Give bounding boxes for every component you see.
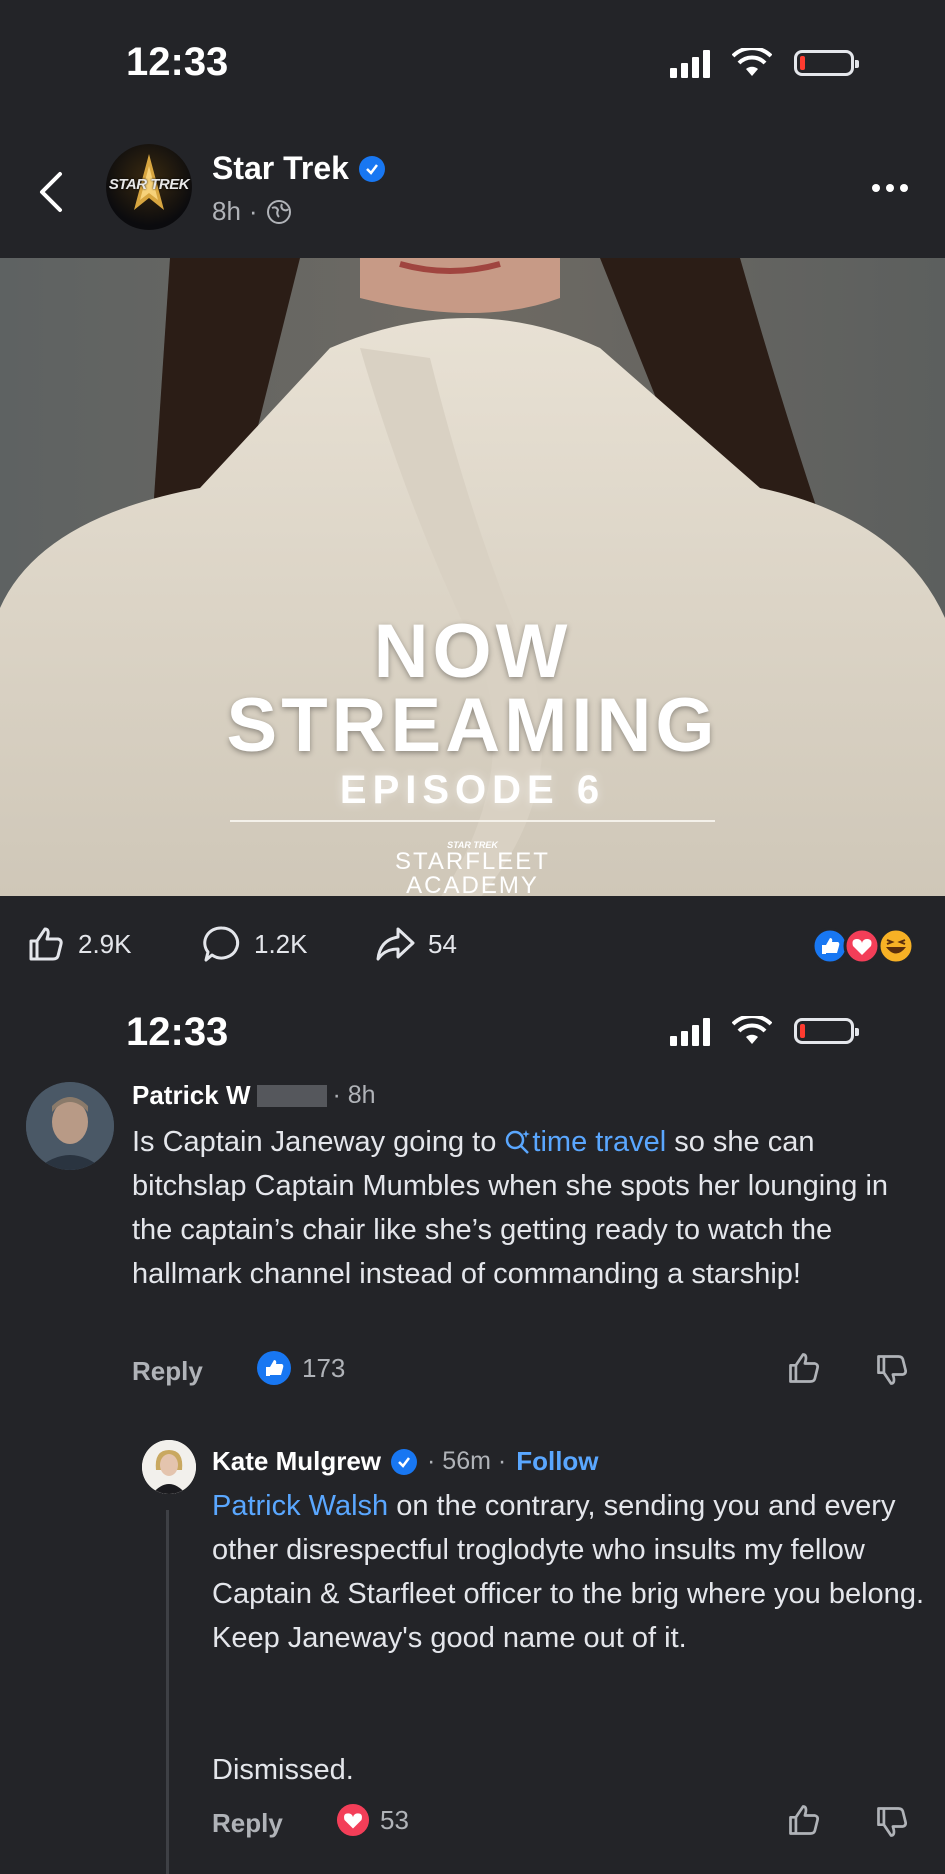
reply-reactions[interactable]: 53: [336, 1803, 409, 1837]
search-sparkle-icon: [506, 1130, 531, 1154]
thumbs-up-outline-icon: [29, 927, 63, 961]
share-count: 54: [428, 928, 457, 959]
system-icons: [670, 48, 859, 78]
search-suggestion-link[interactable]: time travel: [504, 1126, 666, 1158]
status-time-second: 12:33: [126, 1010, 229, 1054]
globe-icon: [266, 199, 291, 224]
verified-badge-icon: [358, 155, 385, 182]
page-name-label: Star Trek: [212, 150, 349, 186]
cellular-signal-icon: [670, 48, 710, 78]
comment-reactions[interactable]: 173: [256, 1350, 345, 1386]
reply-reaction-count: 53: [380, 1804, 409, 1835]
like-count: 2.9K: [78, 928, 132, 959]
episode-label: EPISODE 6: [339, 768, 606, 812]
page-avatar[interactable]: STAR TREK: [106, 144, 192, 230]
comment-header: Patrick W · 8h: [132, 1080, 376, 1111]
logo-line1: STARFLEET: [395, 848, 550, 875]
upvote-thumb-icon[interactable]: [786, 1802, 822, 1838]
battery-icon: [794, 50, 859, 76]
status-time: 12:33: [126, 40, 229, 84]
comment-time: · 8h: [332, 1081, 376, 1109]
comment-author[interactable]: Patrick W: [132, 1080, 251, 1111]
reaction-icons[interactable]: [811, 926, 922, 966]
system-icons-second: [670, 1016, 859, 1046]
comment-bubble-icon: [203, 926, 240, 962]
redacted-surname: [256, 1084, 327, 1107]
share-arrow-icon: [376, 927, 415, 961]
downvote-thumb-icon[interactable]: [874, 1804, 910, 1840]
reply-time: · 56m ·: [427, 1447, 507, 1475]
reaction-count: 173: [302, 1352, 346, 1383]
thread-line: [166, 1510, 169, 1874]
headline-line2: STREAMING: [226, 683, 719, 768]
verified-badge-icon: [391, 1448, 418, 1475]
comment-button[interactable]: 1.2K: [202, 924, 308, 964]
reply-author[interactable]: Kate Mulgrew: [212, 1446, 381, 1477]
mention-link[interactable]: Patrick Walsh: [212, 1490, 388, 1522]
wifi-icon: [732, 1016, 772, 1044]
page-name[interactable]: Star Trek: [212, 150, 385, 187]
logo-line2: ACADEMY: [406, 872, 539, 897]
reply-author-avatar[interactable]: [142, 1440, 196, 1494]
reply-body: Patrick Walsh on the contrary, sending y…: [212, 1484, 924, 1660]
meta-separator: ·: [248, 196, 258, 226]
commenter-avatar[interactable]: [26, 1082, 114, 1170]
like-button[interactable]: 2.9K: [26, 924, 132, 964]
upvote-thumb-icon[interactable]: [786, 1350, 822, 1386]
haha-reaction-icon: [877, 927, 915, 965]
search-link-text[interactable]: time travel: [532, 1126, 666, 1158]
more-options-icon[interactable]: [872, 184, 908, 192]
reply-header: Kate Mulgrew · 56m · Follow: [212, 1446, 599, 1477]
like-reaction-icon: [257, 1351, 291, 1385]
back-arrow-icon[interactable]: [36, 170, 66, 214]
wifi-icon: [732, 48, 772, 76]
battery-icon: [794, 1018, 859, 1044]
comment-count: 1.2K: [254, 928, 308, 959]
comment-body: Is Captain Janeway going to time travel …: [132, 1120, 922, 1296]
downvote-thumb-icon[interactable]: [874, 1352, 910, 1388]
reply-button-second[interactable]: Reply: [212, 1808, 283, 1839]
follow-button[interactable]: Follow: [516, 1446, 598, 1477]
share-button[interactable]: 54: [374, 924, 457, 964]
cellular-signal-icon: [670, 1016, 710, 1046]
comment-text-before: Is Captain Janeway going to: [132, 1126, 505, 1158]
reply-button[interactable]: Reply: [132, 1356, 203, 1387]
post-age: 8h: [212, 196, 241, 226]
reply-text-second-paragraph: Dismissed.: [212, 1754, 354, 1786]
post-image[interactable]: NOW STREAMING EPISODE 6 STAR TREK STARFL…: [0, 258, 945, 896]
avatar-photo: [26, 1082, 114, 1170]
post-meta: 8h ·: [212, 196, 292, 227]
avatar-logo-text: STAR TREK: [108, 176, 190, 193]
love-reaction-icon: [336, 1803, 370, 1837]
avatar-photo: [142, 1440, 196, 1494]
reaction-summary: [811, 927, 915, 965]
